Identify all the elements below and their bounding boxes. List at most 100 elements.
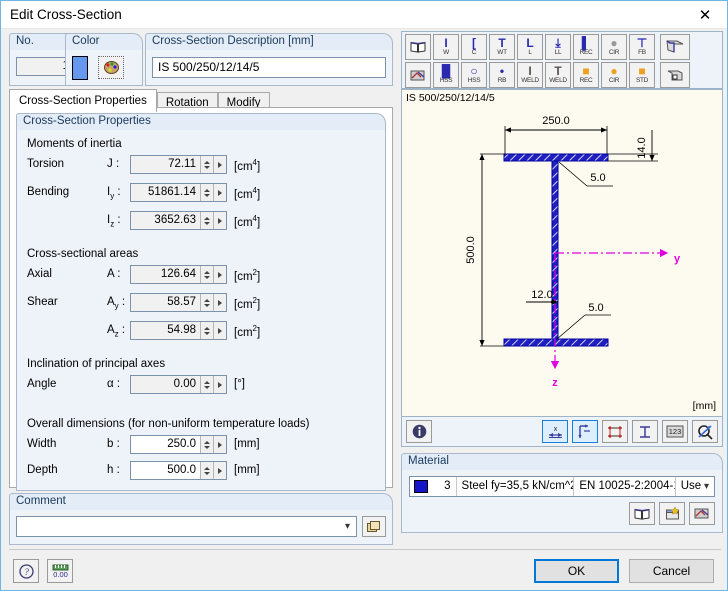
units-glyph: 0.00 (52, 564, 68, 579)
material-library-icon[interactable] (629, 502, 655, 525)
hide-dimensions-icon[interactable] (692, 420, 718, 443)
angle-more[interactable] (213, 376, 226, 393)
area-a-spinner[interactable]: 126.64 (130, 265, 227, 284)
show-axes-icon[interactable] (572, 420, 598, 443)
area-ay-updown[interactable] (200, 294, 213, 311)
circle-hollow-icon[interactable]: ● CIR (601, 34, 627, 60)
depth-h-spinner[interactable]: 500.0 (130, 461, 227, 480)
row-symbol-iy: Iy : (107, 186, 121, 201)
iy-updown[interactable] (200, 184, 213, 201)
iz-updown[interactable] (200, 212, 213, 229)
area-az-more[interactable] (213, 322, 226, 339)
section-title-inclination: Inclination of principal axes (27, 358, 166, 370)
iy-more[interactable] (213, 184, 226, 201)
edit-material-icon[interactable] (689, 502, 715, 525)
round-bar-icon[interactable]: • RB (489, 62, 515, 88)
section-title-areas: Cross-sectional areas (27, 248, 139, 260)
grid-points-glyph (608, 425, 622, 438)
row-label-torsion: Torsion (27, 158, 65, 170)
tee-section-icon[interactable]: T WT (489, 34, 515, 60)
comment-input[interactable]: ▾ (16, 516, 357, 537)
area-az-updown[interactable] (200, 322, 213, 339)
ok-button[interactable]: OK (534, 559, 619, 583)
material-row[interactable]: 3 Steel fy=35,5 kN/cm^2 EN 10025-2:2004-… (409, 476, 715, 497)
iy-value: 51861.14 (148, 186, 196, 198)
cross-section-drawing[interactable]: IS 500/250/12/14/5 [mm] 250.0 14.0 500.0… (401, 89, 723, 417)
chevron-down-icon[interactable]: ▾ (345, 521, 350, 532)
massive-glyph (667, 70, 683, 81)
depth-h-value: 500.0 (167, 464, 196, 476)
angle-updown[interactable] (200, 376, 213, 393)
width-b-more[interactable] (213, 436, 226, 453)
torsion-j-more[interactable] (213, 156, 226, 173)
tab-cross-section-properties[interactable]: Cross-Section Properties (9, 89, 157, 112)
svg-text:0.00: 0.00 (53, 570, 68, 579)
area-a-more[interactable] (213, 266, 226, 283)
cancel-button[interactable]: Cancel (629, 559, 714, 583)
round-bar-glyph: • (499, 64, 505, 78)
iz-unit: [cm4] (234, 214, 261, 229)
import-section-icon[interactable] (405, 62, 431, 88)
show-section-outline-icon[interactable] (632, 420, 658, 443)
area-ay-spinner[interactable]: 58.57 (130, 293, 227, 312)
description-input[interactable]: IS 500/250/12/14/5 (152, 57, 386, 78)
help-icon[interactable]: ? (13, 559, 39, 583)
axis-z-label: z (552, 377, 558, 389)
torsion-j-spinner[interactable]: 72.11 (130, 155, 227, 174)
angle-icon[interactable]: LL (517, 34, 543, 60)
massive-section-icon[interactable] (660, 62, 690, 88)
library-icon[interactable] (405, 34, 431, 60)
solid-circle-icon[interactable]: ● CIR (601, 62, 627, 88)
color-swatch[interactable] (72, 55, 88, 80)
width-b-spinner[interactable]: 250.0 (130, 435, 227, 454)
hss-rect-icon[interactable]: █ HSS (433, 62, 459, 88)
iz-spinner[interactable]: 3652.63 (130, 211, 227, 230)
weld-i-icon[interactable]: I WELD (517, 62, 543, 88)
iz-more[interactable] (213, 212, 226, 229)
weld-t-icon[interactable]: T WELD (545, 62, 571, 88)
dim-fillet-top-text: 5.0 (590, 172, 605, 184)
i-section-icon[interactable]: IW (433, 34, 459, 60)
hss-round-icon[interactable]: ○ HSS (461, 62, 487, 88)
width-b-updown[interactable] (200, 436, 213, 453)
material-chevron-down-icon[interactable]: ▾ (704, 481, 709, 492)
thin-walled-icon[interactable] (660, 34, 690, 60)
area-ay-more[interactable] (213, 294, 226, 311)
row-label-bending: Bending (27, 186, 70, 198)
depth-h-updown[interactable] (200, 462, 213, 479)
angle-spinner[interactable]: 0.00 (130, 375, 227, 394)
info-icon[interactable] (406, 420, 432, 443)
weld-i-glyph: I (528, 64, 532, 78)
flat-bar-icon[interactable]: ⊤ FB (629, 34, 655, 60)
weld-t-glyph: T (554, 64, 562, 78)
show-values-icon[interactable]: 123 (662, 420, 688, 443)
depth-h-more[interactable] (213, 462, 226, 479)
iy-spinner[interactable]: 51861.14 (130, 183, 227, 202)
close-icon[interactable]: ✕ (683, 1, 727, 28)
i-section-cap: W (443, 49, 449, 56)
rectangle-hollow-icon[interactable]: ▌ REC (573, 34, 599, 60)
new-material-icon[interactable] (659, 502, 685, 525)
double-angle-icon[interactable]: ⤓ LL (545, 34, 571, 60)
title-bar: Edit Cross-Section ✕ (1, 1, 727, 29)
area-a-updown[interactable] (200, 266, 213, 283)
torsion-j-updown[interactable] (200, 156, 213, 173)
show-grid-points-icon[interactable] (602, 420, 628, 443)
area-az-spinner[interactable]: 54.98 (130, 321, 227, 340)
dim-depth-text: 500.0 (465, 236, 477, 264)
description-body: IS 500/250/12/14/5 (145, 49, 393, 86)
comment-body: ▾ (9, 509, 393, 545)
solid-rect-icon[interactable]: ■ REC (573, 62, 599, 88)
channel-icon[interactable]: [C (461, 34, 487, 60)
layers-icon[interactable] (362, 516, 386, 537)
flat-bar-cap: FB (638, 49, 646, 56)
weld-i-cap: WELD (521, 77, 539, 84)
row-symbol-alpha: α : (107, 378, 121, 390)
angle-cap: L (528, 49, 532, 56)
values-glyph: 123 (666, 425, 684, 438)
units-icon[interactable]: 0.00 (47, 559, 73, 583)
show-x-dimension-icon[interactable]: x (542, 420, 568, 443)
palette-icon[interactable] (98, 56, 124, 79)
solid-rect-cap: REC (579, 77, 593, 84)
standard-icon[interactable]: ■ STD (629, 62, 655, 88)
